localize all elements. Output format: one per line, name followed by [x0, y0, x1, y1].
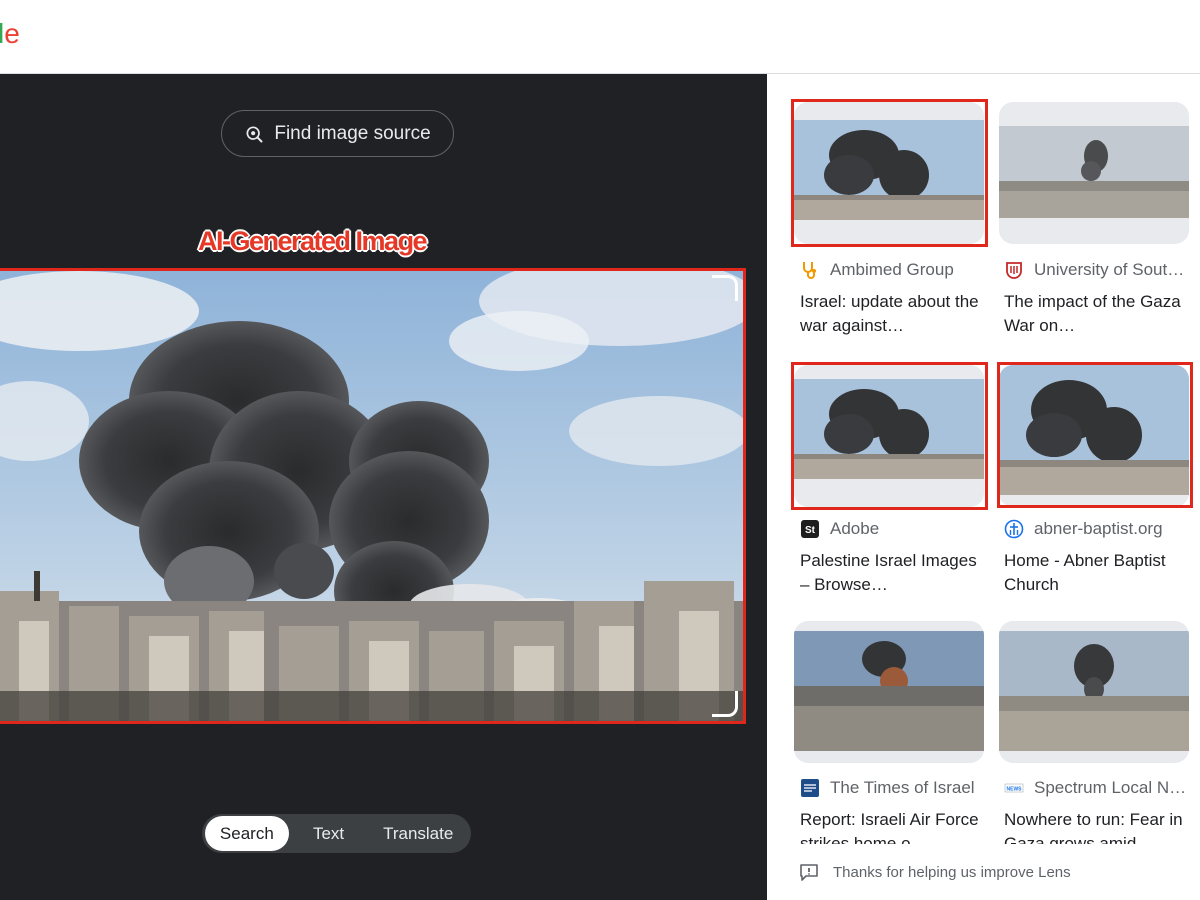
times-of-israel-icon	[800, 778, 820, 798]
result-source-label: Adobe	[830, 519, 880, 538]
result-thumbnail[interactable]	[794, 621, 984, 763]
image-viewer-panel: Find image source AI-Generated Image Sea…	[0, 74, 767, 900]
result-source[interactable]: NEWS Spectrum Local N…	[1004, 778, 1186, 798]
spectrum-news-icon: NEWS	[1004, 778, 1024, 798]
result-source[interactable]: St Adobe	[800, 519, 879, 539]
result-source-label: The Times of Israel	[830, 778, 975, 797]
result-title[interactable]: The impact of the Gaza War on…	[1004, 290, 1189, 338]
stethoscope-icon	[800, 260, 820, 280]
result-source-label: University of Sout…	[1034, 260, 1185, 279]
tab-text[interactable]: Text	[289, 816, 369, 851]
result-source[interactable]: University of Sout…	[1004, 260, 1184, 280]
smoke-image-thumb	[794, 120, 984, 220]
feedback-text: Thanks for helping us improve Lens	[833, 863, 1071, 881]
tab-translate[interactable]: Translate	[368, 816, 468, 851]
result-source-label: abner-baptist.org	[1034, 519, 1163, 538]
google-logo[interactable]: le	[0, 18, 20, 50]
crop-handle-bottom-right[interactable]	[712, 691, 738, 717]
university-crest-icon	[1004, 260, 1024, 280]
feedback-icon	[800, 864, 818, 881]
church-icon	[1004, 519, 1024, 539]
smoke-image-thumb	[794, 379, 984, 479]
result-source[interactable]: Ambimed Group	[800, 260, 954, 280]
results-panel: Ambimed Group Israel: update about the w…	[767, 74, 1200, 900]
result-source[interactable]: abner-baptist.org	[1004, 519, 1163, 539]
feedback-bar[interactable]: Thanks for helping us improve Lens	[767, 844, 1200, 900]
tab-search[interactable]: Search	[205, 816, 289, 851]
smoke-image-thumb	[794, 631, 984, 751]
result-thumbnail[interactable]	[999, 102, 1189, 244]
result-title[interactable]: Israel: update about the war against…	[800, 290, 985, 338]
result-title[interactable]: Home - Abner Baptist Church	[1004, 549, 1189, 597]
smoke-image-thumb	[999, 631, 1189, 751]
svg-text:St: St	[805, 525, 816, 536]
result-source-label: Ambimed Group	[830, 260, 954, 279]
result-source[interactable]: The Times of Israel	[800, 778, 975, 798]
result-title[interactable]: Palestine Israel Images – Browse…	[800, 549, 985, 597]
smoke-image-thumb	[999, 365, 1189, 495]
result-thumbnail[interactable]	[794, 365, 984, 507]
adobe-stock-icon: St	[800, 519, 820, 539]
result-thumbnail[interactable]	[999, 621, 1189, 763]
result-thumbnail[interactable]	[999, 365, 1189, 507]
smoke-image-thumb	[999, 126, 1189, 218]
crop-handle-top-right[interactable]	[712, 275, 738, 301]
smoke-explosion-image	[0, 271, 743, 721]
lens-search-icon	[246, 125, 263, 142]
svg-text:NEWS: NEWS	[1007, 787, 1023, 793]
top-bar: le	[0, 0, 1200, 74]
result-source-label: Spectrum Local N…	[1034, 778, 1187, 797]
query-image[interactable]	[0, 268, 746, 724]
lens-mode-tabs: Search Text Translate	[202, 814, 471, 853]
ai-generated-annotation: AI-Generated Image	[198, 226, 428, 256]
logo-letter-e: e	[4, 18, 20, 49]
result-thumbnail[interactable]	[794, 102, 984, 244]
find-image-source-button[interactable]: Find image source	[221, 110, 454, 157]
find-image-source-label: Find image source	[274, 122, 431, 144]
